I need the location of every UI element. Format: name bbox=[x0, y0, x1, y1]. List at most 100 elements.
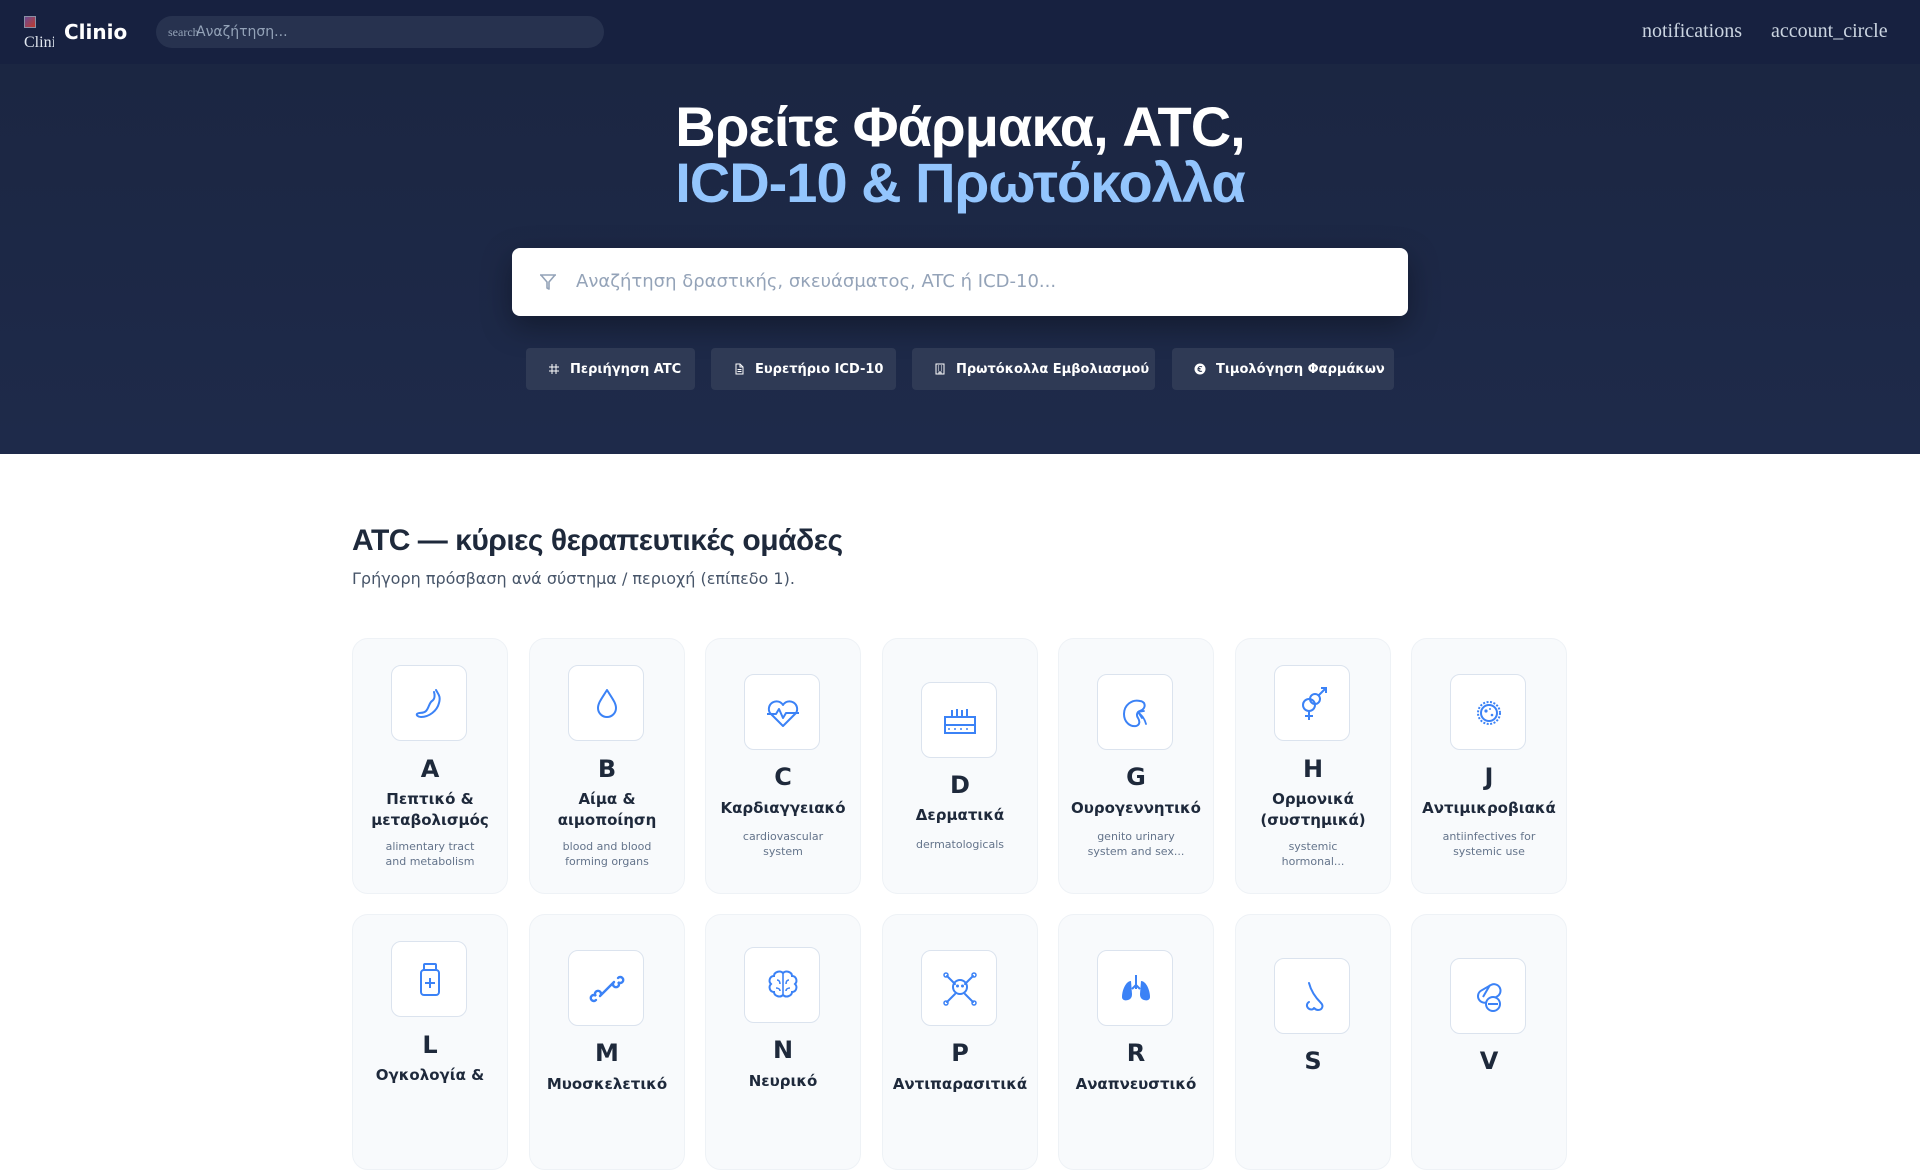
atc-group-desc: cardiovascular bbox=[742, 830, 824, 843]
atc-card-h[interactable]: H Ορμονικά (συστημικά) systemic hormonal… bbox=[1235, 638, 1391, 894]
chip-browse-atc[interactable]: Περιήγηση ATC bbox=[526, 348, 695, 390]
chip-label: Πρωτόκολλα Εμβολιασμού bbox=[956, 361, 1150, 377]
atc-group-name: Καρδιαγγειακό bbox=[720, 799, 846, 817]
atc-card-p[interactable]: P Αντιπαρασιτικά bbox=[882, 914, 1038, 1170]
atc-card-s[interactable]: S bbox=[1235, 914, 1391, 1170]
atc-card-l[interactable]: L Ογκολογία & bbox=[352, 914, 508, 1170]
filter-icon bbox=[540, 274, 556, 290]
atc-group-desc: alimentary tract bbox=[385, 840, 475, 853]
atc-group-name: Ορμονικά bbox=[1272, 790, 1354, 808]
atc-group-desc: dermatologicals bbox=[916, 838, 1004, 851]
atc-letter: R bbox=[1126, 1039, 1146, 1067]
atc-letter: J bbox=[1484, 763, 1494, 791]
atc-group-desc: systemic bbox=[1288, 840, 1338, 853]
atc-section-subtitle: Γρήγορη πρόσβαση ανά σύστημα / περιοχή (… bbox=[352, 569, 795, 588]
atc-group-name: (συστημικά) bbox=[1260, 811, 1366, 829]
nav-search-placeholder: Αναζήτηση... bbox=[196, 24, 288, 40]
atc-group-name: Αντιπαρασιτικά bbox=[892, 1075, 1028, 1093]
nav-search-input[interactable]: search Αναζήτηση... bbox=[156, 16, 604, 48]
atc-card-r[interactable]: R Αναπνευστικό bbox=[1058, 914, 1214, 1170]
atc-card-g[interactable]: G Ουρογεννητικό genito urinary system an… bbox=[1058, 638, 1214, 894]
document-icon bbox=[735, 363, 744, 375]
icon-box bbox=[744, 674, 820, 750]
broken-image-icon bbox=[24, 16, 36, 28]
pill-icon bbox=[1476, 983, 1502, 1012]
atc-letter: L bbox=[422, 1031, 438, 1059]
hero-section: Βρείτε Φάρμακα, ATC, ICD-10 & Πρωτόκολλα… bbox=[0, 64, 1920, 454]
atc-letter: M bbox=[595, 1039, 619, 1067]
atc-card-b[interactable]: B Αίμα & αιμοποίηση blood and blood form… bbox=[529, 638, 685, 894]
medicine-bottle-icon bbox=[420, 963, 440, 996]
icon-box bbox=[1450, 674, 1526, 750]
atc-group-desc: system bbox=[763, 845, 803, 858]
brand-name[interactable]: Clinio bbox=[64, 20, 127, 44]
icon-box bbox=[1274, 665, 1350, 741]
blood-drop-icon bbox=[597, 689, 617, 718]
hero-search-placeholder: Αναζήτηση δραστικής, σκευάσματος, ATC ή … bbox=[576, 271, 1057, 292]
atc-card-v[interactable]: V bbox=[1411, 914, 1567, 1170]
notifications-icon[interactable]: notifications bbox=[1642, 20, 1742, 43]
skin-icon bbox=[944, 709, 976, 734]
atc-group-name: Αίμα & bbox=[578, 790, 636, 808]
atc-card-a[interactable]: A Πεπτικό & μεταβολισμός alimentary trac… bbox=[352, 638, 508, 894]
icon-box bbox=[1450, 958, 1526, 1034]
atc-group-desc: system and sex... bbox=[1087, 845, 1185, 858]
atc-card-m[interactable]: M Μυοσκελετικό bbox=[529, 914, 685, 1170]
atc-card-n[interactable]: N Νευρικό bbox=[705, 914, 861, 1170]
heart-pulse-icon bbox=[767, 700, 799, 727]
atc-letter: N bbox=[772, 1036, 794, 1064]
hero-title-line2: ICD-10 & Πρωτόκολλα bbox=[675, 151, 1246, 214]
atc-group-name: Ουρογεννητικό bbox=[1071, 799, 1201, 817]
icon-box bbox=[391, 665, 467, 741]
account-circle-icon[interactable]: account_circle bbox=[1771, 20, 1888, 43]
chip-drug-pricing[interactable]: Τιμολόγηση Φαρμάκων bbox=[1172, 348, 1394, 390]
skull-crossbones-icon bbox=[943, 972, 977, 1006]
atc-letter: P bbox=[951, 1039, 969, 1067]
atc-group-name: Δερματικά bbox=[915, 806, 1005, 824]
atc-group-desc: forming organs bbox=[565, 855, 649, 868]
microbe-icon bbox=[1477, 701, 1501, 725]
bone-icon bbox=[589, 975, 625, 1003]
icon-box bbox=[744, 947, 820, 1023]
atc-letter: S bbox=[1304, 1047, 1322, 1075]
atc-group-name: Αναπνευστικό bbox=[1075, 1075, 1197, 1093]
atc-group-name: Μυοσκελετικό bbox=[546, 1075, 668, 1093]
chip-icd10-index[interactable]: Ευρετήριο ICD-10 bbox=[711, 348, 896, 390]
atc-letter: A bbox=[420, 755, 440, 783]
lungs-icon bbox=[1122, 975, 1150, 1001]
brain-icon bbox=[768, 970, 798, 998]
atc-group-name: μεταβολισμός bbox=[371, 811, 489, 829]
atc-letter: B bbox=[597, 755, 617, 783]
atc-letter: C bbox=[774, 763, 792, 791]
atc-card-c[interactable]: C Καρδιαγγειακό cardiovascular system bbox=[705, 638, 861, 894]
atc-group-desc: systemic use bbox=[1453, 845, 1525, 858]
atc-group-desc: blood and blood bbox=[562, 840, 652, 853]
atc-group-name: Αντιμικροβιακά bbox=[1422, 799, 1556, 817]
stomach-icon bbox=[415, 689, 441, 719]
atc-group-desc: and metabolism bbox=[385, 855, 475, 868]
building-icon bbox=[935, 363, 945, 375]
icon-box bbox=[568, 665, 644, 741]
chip-label: Περιήγηση ATC bbox=[570, 361, 682, 377]
logo-image[interactable]: Clinio bbox=[24, 16, 54, 50]
icon-box bbox=[1097, 950, 1173, 1026]
atc-group-name: Ογκολογία & bbox=[375, 1066, 485, 1084]
hero-search-input[interactable]: Αναζήτηση δραστικής, σκευάσματος, ATC ή … bbox=[512, 248, 1408, 316]
atc-group-desc: antiinfectives for bbox=[1442, 830, 1536, 843]
chip-vaccination-protocols[interactable]: Πρωτόκολλα Εμβολιασμού bbox=[912, 348, 1155, 390]
atc-letter: V bbox=[1479, 1047, 1499, 1075]
atc-letter: H bbox=[1302, 755, 1324, 783]
atc-card-j[interactable]: J Αντιμικροβιακά antiinfectives for syst… bbox=[1411, 638, 1567, 894]
icon-box bbox=[1274, 958, 1350, 1034]
nose-icon bbox=[1305, 982, 1324, 1011]
top-navbar: Clinio Clinio search Αναζήτηση... notifi… bbox=[0, 0, 1920, 64]
atc-letter: G bbox=[1126, 763, 1146, 791]
icon-box bbox=[921, 950, 997, 1026]
atc-card-d[interactable]: D Δερματικά dermatologicals bbox=[882, 638, 1038, 894]
icon-box bbox=[921, 682, 997, 758]
icon-box bbox=[1097, 674, 1173, 750]
atc-group-name: αιμοποίηση bbox=[557, 811, 657, 829]
icon-box bbox=[391, 941, 467, 1017]
atc-group-desc: hormonal... bbox=[1281, 855, 1345, 868]
logo-alt-text: Clinio bbox=[24, 34, 54, 50]
